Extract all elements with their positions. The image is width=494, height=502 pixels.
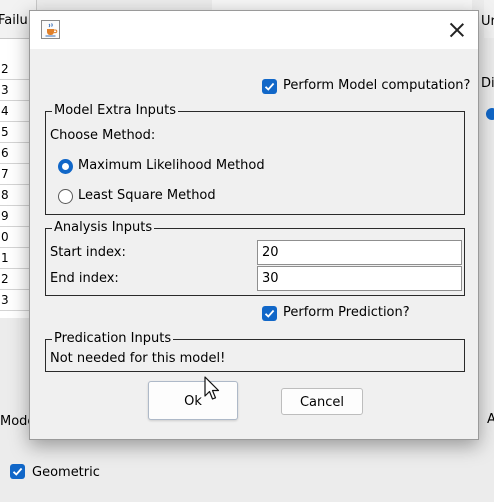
end-index-input[interactable] — [257, 266, 462, 291]
perform-model-checkbox[interactable] — [262, 79, 277, 94]
background-radio-selected[interactable] — [486, 108, 494, 120]
perform-prediction-checkbox[interactable] — [262, 306, 277, 321]
close-icon[interactable] — [449, 22, 465, 38]
model-settings-dialog: Perform Model computation? Model Extra I… — [29, 10, 479, 440]
checkmark-icon — [12, 467, 23, 476]
analysis-inputs-group: Analysis Inputs Start index: End index: — [45, 220, 465, 296]
background-right-label: Di — [481, 76, 494, 91]
dialog-titlebar[interactable] — [30, 11, 478, 49]
end-index-label: End index: — [50, 271, 119, 286]
prediction-inputs-group: Predication Inputs Not needed for this m… — [45, 331, 465, 372]
perform-prediction-label: Perform Prediction? — [283, 305, 410, 320]
analysis-inputs-title: Analysis Inputs — [52, 220, 155, 236]
model-extra-inputs-group: Model Extra Inputs Choose Method: Maximu… — [45, 103, 465, 215]
java-coffee-icon — [41, 20, 60, 39]
mouse-cursor-icon — [204, 376, 220, 400]
background-right-header-label: Ur — [481, 14, 494, 29]
least-square-label[interactable]: Least Square Method — [78, 188, 216, 203]
start-index-input[interactable] — [257, 240, 462, 265]
ok-button[interactable]: Ok — [148, 381, 238, 420]
perform-model-label: Perform Model computation? — [283, 78, 471, 93]
maximum-likelihood-radio[interactable] — [58, 159, 73, 174]
geometric-checkbox[interactable] — [10, 464, 25, 479]
model-extra-inputs-title: Model Extra Inputs — [52, 103, 179, 119]
background-right-mode-label: A — [487, 412, 494, 427]
checkmark-icon — [264, 309, 275, 318]
least-square-radio[interactable] — [58, 189, 73, 204]
prediction-inputs-title: Predication Inputs — [52, 331, 174, 347]
cancel-button[interactable]: Cancel — [281, 388, 363, 415]
prediction-inputs-message: Not needed for this model! — [50, 351, 226, 366]
checkmark-icon — [264, 82, 275, 91]
table-header-label: Failu — [0, 13, 28, 28]
maximum-likelihood-label[interactable]: Maximum Likelihood Method — [78, 158, 265, 173]
choose-method-label: Choose Method: — [50, 128, 156, 143]
start-index-label: Start index: — [50, 245, 126, 260]
geometric-label: Geometric — [32, 465, 100, 480]
